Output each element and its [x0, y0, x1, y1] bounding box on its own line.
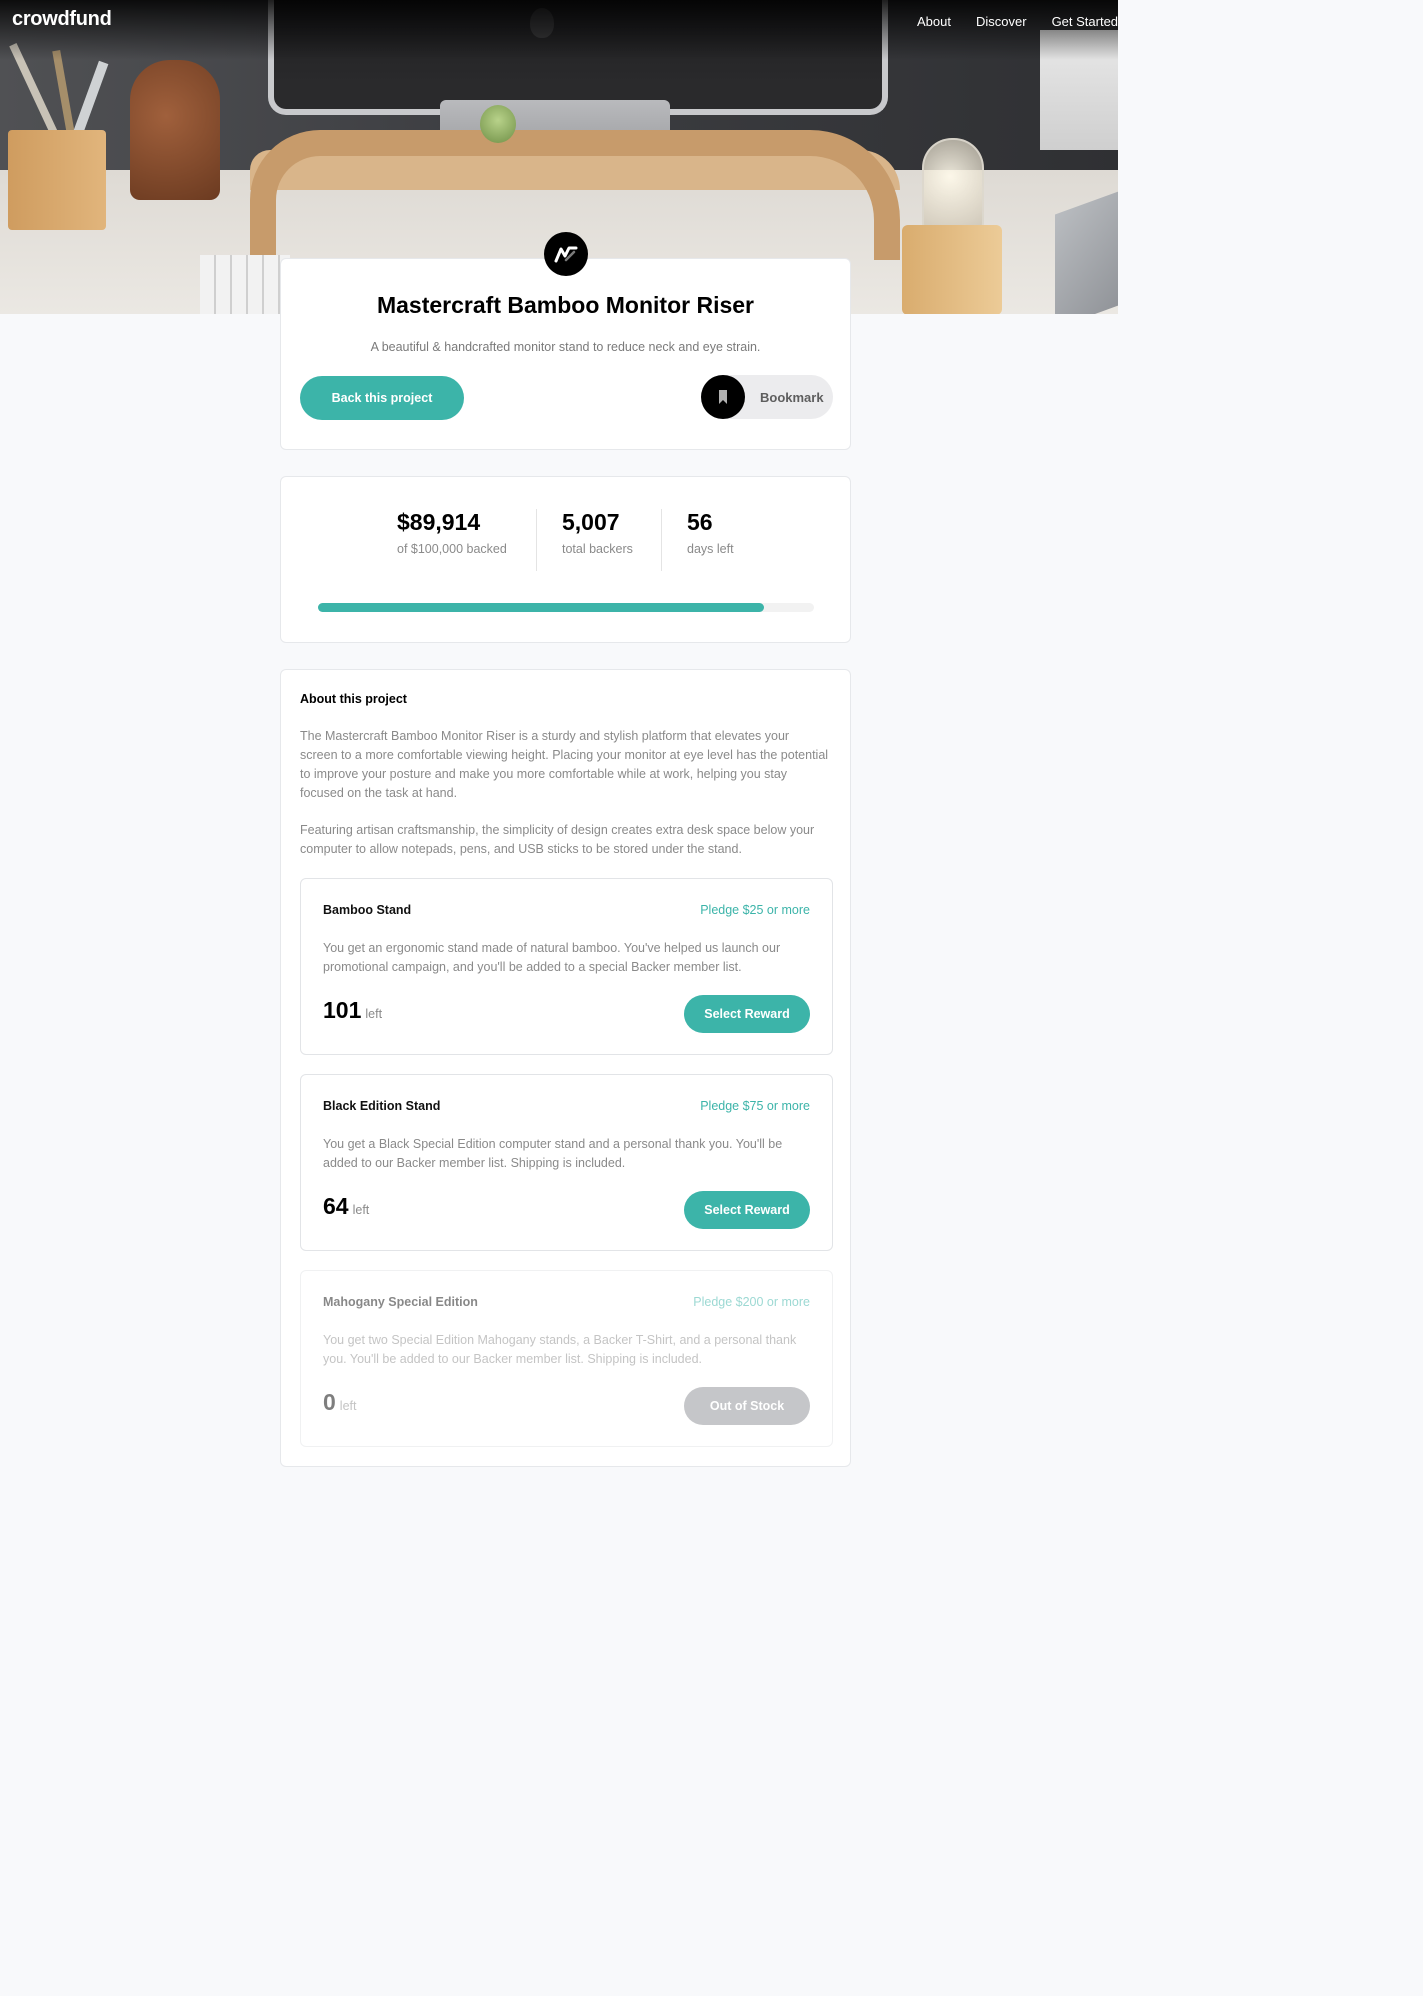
project-title: Mastercraft Bamboo Monitor Riser — [376, 292, 754, 318]
reward-name: Bamboo Stand — [323, 903, 412, 917]
project-header-card: Mastercraft Bamboo Monitor Riser A beaut… — [280, 258, 851, 450]
backers-count: 5,007 — [562, 509, 620, 535]
reward-description: You get two Special Edition Mahogany sta… — [323, 1333, 797, 1366]
stats-card: $89,914 of $100,000 backed 5,007 total b… — [280, 476, 851, 643]
reward-stock: 101 left — [323, 997, 382, 1024]
reward-description: You get an ergonomic stand made of natur… — [323, 941, 781, 974]
days-count: 56 — [687, 509, 713, 535]
backers-label: total backers — [562, 542, 633, 556]
progress-bar-fill — [318, 603, 764, 612]
project-subtitle: A beautiful & handcrafted monitor stand … — [370, 340, 761, 354]
main-nav: About Discover Get Started — [917, 14, 1118, 29]
nav-link-get-started[interactable]: Get Started — [1052, 14, 1118, 29]
stat-days: 56 days left — [687, 509, 734, 556]
stat-backers: 5,007 total backers — [562, 509, 633, 556]
about-paragraph: Featuring artisan craftsmanship, the sim… — [300, 823, 815, 856]
reward-count: 0 — [323, 1389, 336, 1415]
site-logo[interactable]: crowdfund — [12, 8, 112, 31]
backed-label: of $100,000 backed — [397, 542, 507, 556]
mastercraft-logo-icon — [544, 232, 588, 276]
about-paragraph: The Mastercraft Bamboo Monitor Riser is … — [300, 729, 829, 800]
reward-name: Mahogany Special Edition — [323, 1295, 478, 1309]
bookmark-button[interactable]: Bookmark — [701, 375, 833, 419]
reward-count: 101 — [323, 997, 362, 1023]
select-reward-button[interactable]: Select Reward — [684, 995, 810, 1033]
reward-description: You get a Black Special Edition computer… — [323, 1137, 783, 1170]
reward-pledge: Pledge $200 or more — [693, 1295, 810, 1309]
stats-divider — [661, 509, 662, 571]
reward-pledge: Pledge $75 or more — [700, 1099, 810, 1113]
bookmark-label: Bookmark — [760, 389, 824, 405]
stat-backed: $89,914 of $100,000 backed — [397, 509, 507, 556]
backed-amount: $89,914 — [397, 509, 481, 535]
reward-name: Black Edition Stand — [323, 1099, 441, 1113]
reward-black-edition-stand: Black Edition Stand Pledge $75 or more Y… — [300, 1074, 833, 1251]
out-of-stock-button: Out of Stock — [684, 1387, 810, 1425]
reward-mahogany-special-edition: Mahogany Special Edition Pledge $200 or … — [300, 1270, 833, 1447]
reward-stock: 0 left — [323, 1389, 356, 1416]
stats-divider — [536, 509, 537, 571]
reward-left-label: left — [352, 1203, 370, 1217]
reward-left-label: left — [339, 1399, 357, 1413]
select-reward-button[interactable]: Select Reward — [684, 1191, 810, 1229]
back-project-button[interactable]: Back this project — [300, 376, 464, 420]
days-label: days left — [687, 542, 734, 556]
reward-count: 64 — [323, 1193, 349, 1219]
reward-bamboo-stand: Bamboo Stand Pledge $25 or more You get … — [300, 878, 833, 1055]
bookmark-icon — [701, 375, 745, 419]
progress-bar — [318, 603, 814, 612]
nav-link-about[interactable]: About — [917, 14, 951, 29]
reward-stock: 64 left — [323, 1193, 369, 1220]
about-card: About this project The Mastercraft Bambo… — [280, 669, 851, 1467]
nav-link-discover[interactable]: Discover — [976, 14, 1027, 29]
about-title: About this project — [300, 692, 407, 706]
reward-pledge: Pledge $25 or more — [700, 903, 810, 917]
reward-left-label: left — [365, 1007, 383, 1021]
